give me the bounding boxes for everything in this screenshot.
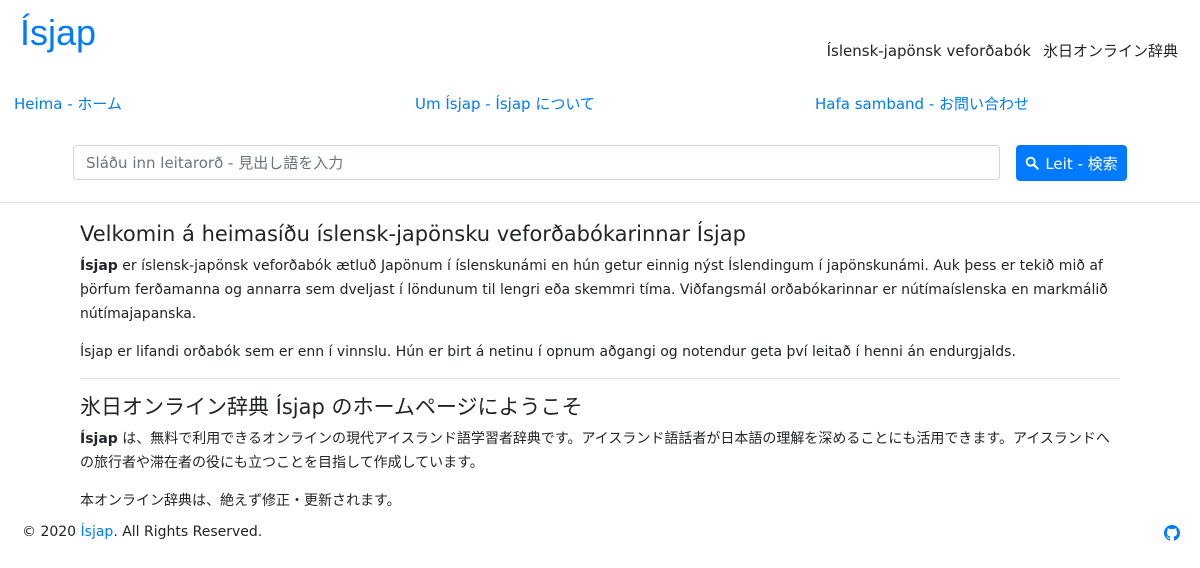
brand-name: Ísjap xyxy=(80,431,118,447)
brand-name: Ísjap xyxy=(80,258,118,274)
site-logo[interactable]: Ísjap xyxy=(20,12,96,54)
search-button[interactable]: Leit - 検索 xyxy=(1016,145,1127,181)
tagline-japanese: 氷日オンライン辞典 xyxy=(1042,42,1178,60)
footer-copyright: © 2020 Ísjap. All Rights Reserved. xyxy=(22,524,263,540)
icelandic-status-paragraph: Ísjap er lifandi orðabók sem er enn í vi… xyxy=(80,344,1016,360)
icelandic-welcome-heading: Velkomin á heimasíðu íslensk-japönsku ve… xyxy=(80,222,746,246)
japanese-status-paragraph: 本オンライン辞典は、絶えず修正・更新されます。 xyxy=(80,493,401,509)
footer-brand-link[interactable]: Ísjap xyxy=(81,524,114,540)
header-divider xyxy=(0,202,1200,203)
search-form: Leit - 検索 xyxy=(73,145,1127,181)
main-nav: Heima - ホーム Um Ísjap - Ísjap について Hafa s… xyxy=(0,93,1200,113)
main-content: Velkomin á heimasíðu íslensk-japönsku ve… xyxy=(80,220,1120,527)
github-icon[interactable] xyxy=(1164,525,1180,541)
search-button-label: Leit - 検索 xyxy=(1045,154,1118,173)
icelandic-welcome-section: Velkomin á heimasíðu íslensk-japönsku ve… xyxy=(80,220,1120,364)
nav-about-link[interactable]: Um Ísjap - Ísjap について xyxy=(415,93,595,114)
nav-home-link[interactable]: Heima - ホーム xyxy=(14,93,122,114)
japanese-welcome-heading: 氷日オンライン辞典 Ísjap のホームページにようこそ xyxy=(80,395,583,419)
site-tagline: Íslensk-japönsk veforðabók 氷日オンライン辞典 xyxy=(827,40,1178,61)
search-icon xyxy=(1026,156,1040,170)
japanese-welcome-section: 氷日オンライン辞典 Ísjap のホームページにようこそ Ísjap は、無料で… xyxy=(80,393,1120,513)
japanese-intro-paragraph: Ísjap は、無料で利用できるオンラインの現代アイスランド語学習者辞典です。ア… xyxy=(80,431,1110,471)
tagline-icelandic: Íslensk-japönsk veforðabók xyxy=(826,42,1031,60)
section-divider xyxy=(80,378,1120,379)
nav-contact-link[interactable]: Hafa samband - お問い合わせ xyxy=(815,93,1029,114)
search-input[interactable] xyxy=(73,145,1000,180)
icelandic-intro-paragraph: Ísjap er íslensk-japönsk veforðabók ætlu… xyxy=(80,258,1108,322)
